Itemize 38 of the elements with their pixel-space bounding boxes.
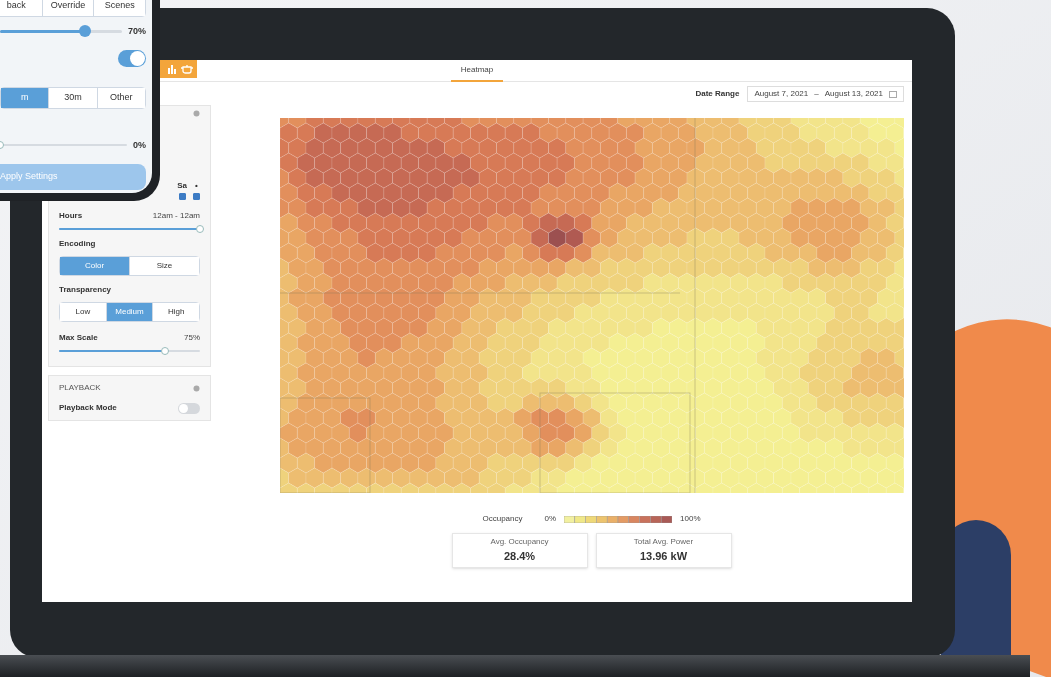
segment-option[interactable]: Low [60, 303, 107, 321]
brightness-reading: 70% [128, 24, 146, 38]
end-date: August 13, 2021 [824, 88, 883, 100]
info-icon [193, 384, 200, 392]
stat-label: Avg. Occupancy [490, 536, 549, 549]
transparency-label: Transparency [59, 284, 113, 296]
info-icon [193, 110, 200, 117]
stat-value: 13.96 kW [639, 549, 688, 565]
toggle-switch[interactable] [118, 50, 146, 67]
legend-label: Occupancy [482, 513, 523, 525]
legend-min: 0% [544, 513, 557, 525]
max-scale-reading: 75% [184, 332, 200, 344]
start-date: August 7, 2021 [754, 88, 809, 100]
day-label: • [195, 180, 198, 192]
slider-thumb[interactable] [79, 25, 92, 38]
encoding-label: Encoding [59, 238, 97, 250]
playback-mode-label: Playback Mode [59, 402, 117, 414]
hours-reading: 12am - 12am [152, 210, 200, 222]
legend-max: 100% [680, 513, 701, 525]
pot-icon [181, 64, 193, 74]
day-checkbox[interactable] [193, 193, 200, 200]
tab[interactable]: Heatmap [450, 59, 504, 82]
day-label: Sa [177, 180, 187, 192]
date-range-label: Date Range [695, 88, 740, 100]
calendar-icon [889, 90, 897, 98]
playback-title: PLAYBACK [59, 382, 101, 394]
slider-thumb[interactable] [196, 225, 204, 233]
date-range-field[interactable]: August 7, 2021 – August 13, 2021 [747, 86, 904, 102]
slider-thumb[interactable] [160, 347, 169, 355]
date-separator: – [814, 88, 819, 100]
max-scale-label: Max Scale [59, 332, 98, 344]
toggle-switch[interactable] [178, 402, 200, 414]
fade-reading: 0% [133, 138, 146, 152]
hours-label: Hours [59, 210, 83, 222]
stat-value: 28.4% [503, 549, 536, 565]
bar-chart-icon [167, 64, 177, 74]
day-checkbox[interactable] [178, 193, 186, 200]
stat-label: Total Avg. Power [633, 536, 694, 549]
